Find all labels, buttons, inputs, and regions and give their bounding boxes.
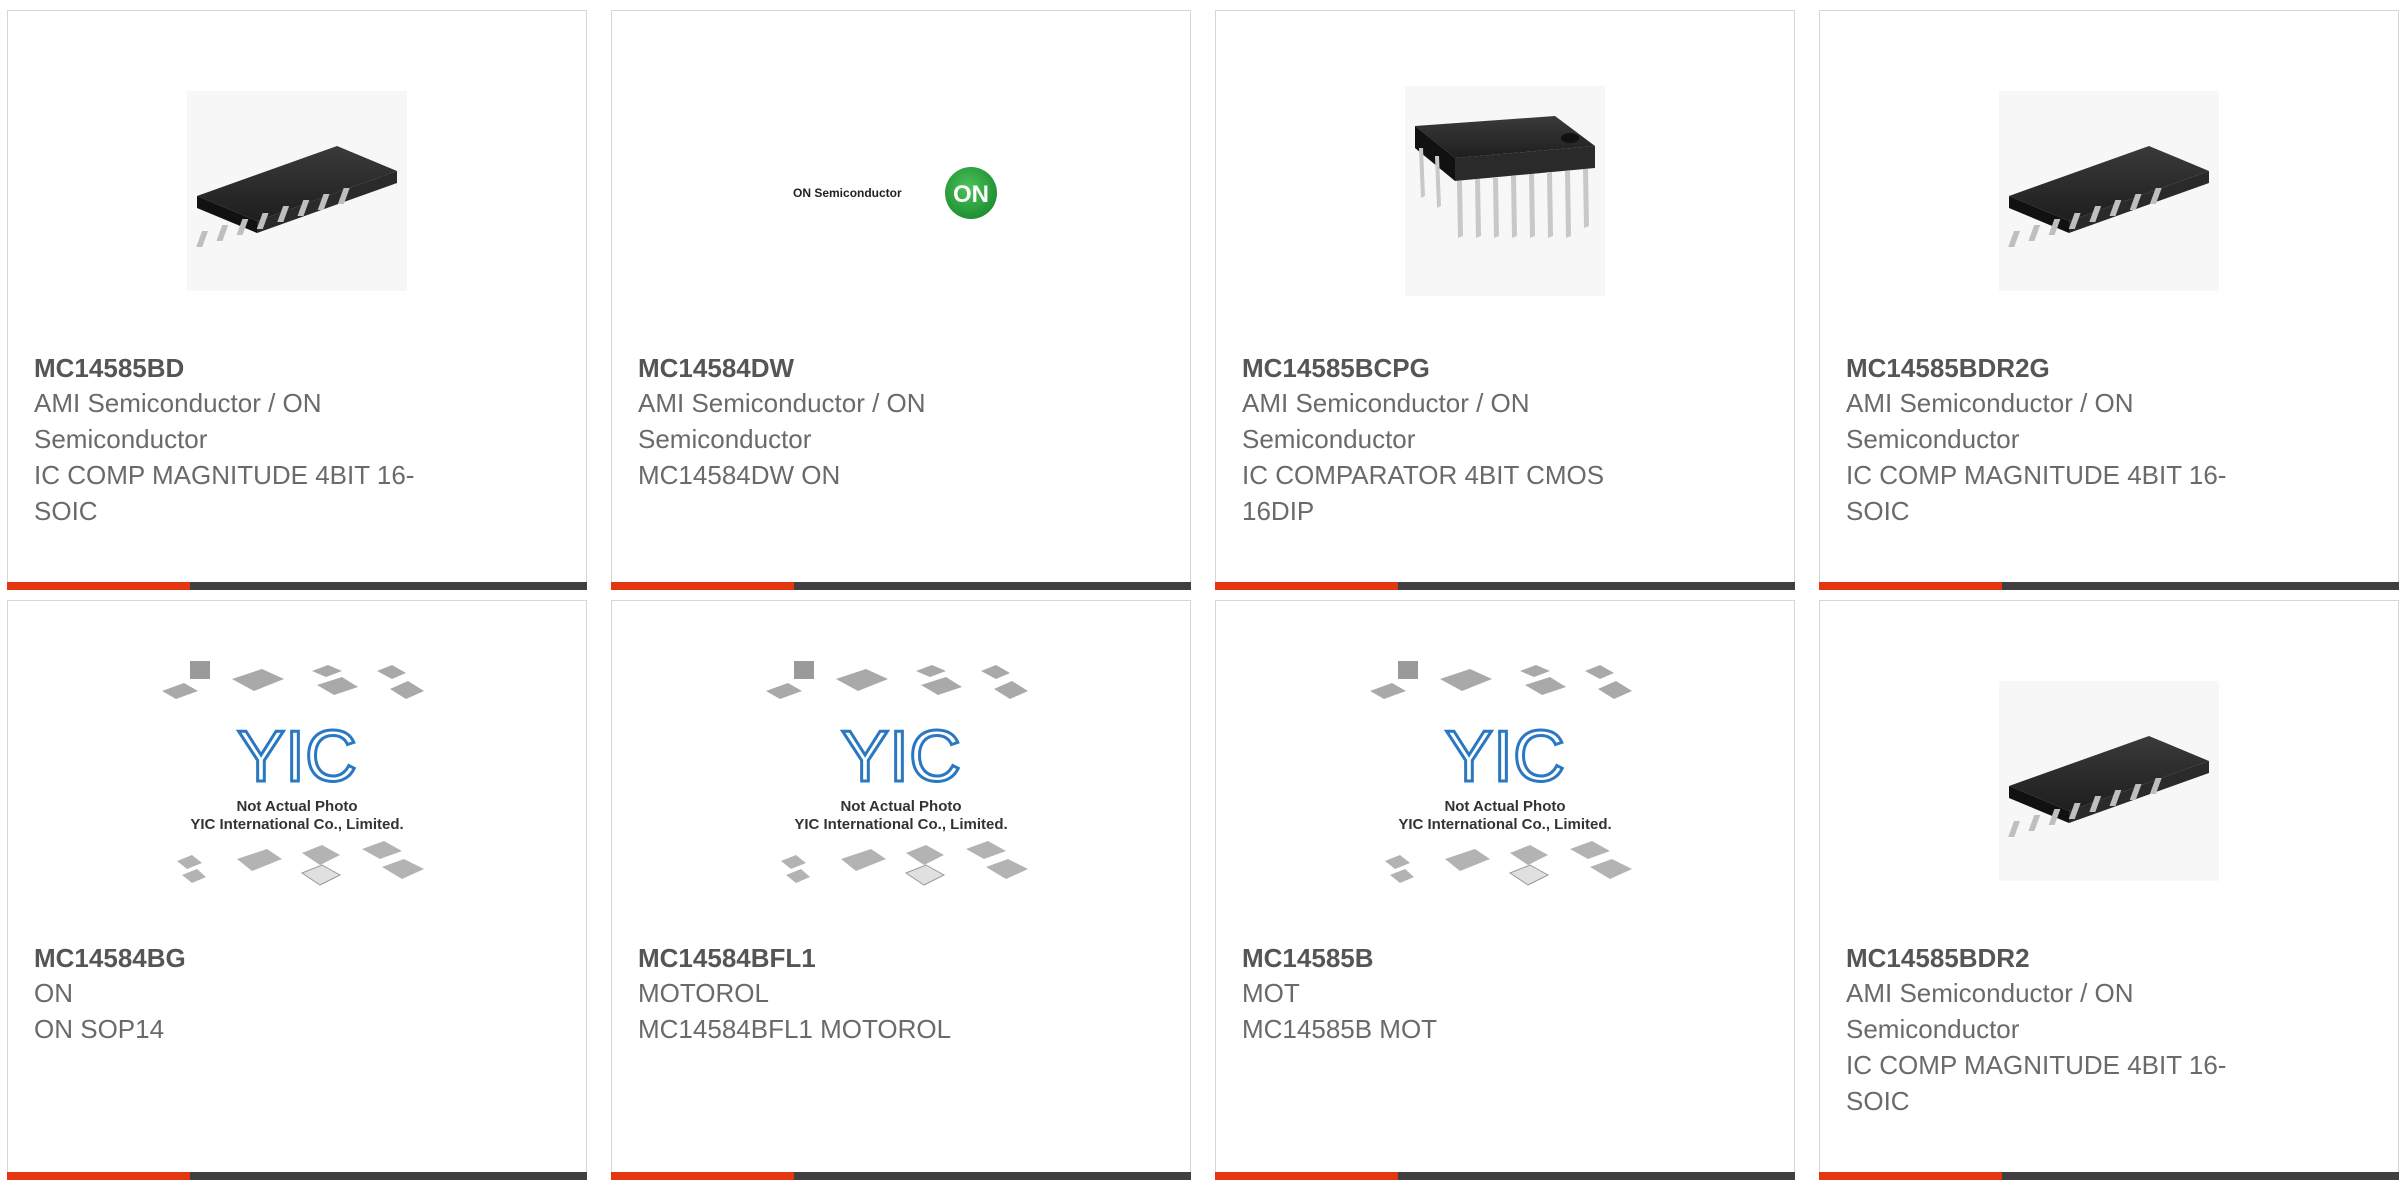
accent-bar [7, 582, 190, 590]
product-image[interactable] [1820, 71, 2398, 311]
logo-badge-text: ON [953, 181, 989, 208]
card-footer-bar [1215, 1172, 1795, 1180]
card-footer-bar [7, 1172, 587, 1180]
card-footer-bar [611, 582, 1191, 590]
manufacturer: ON [34, 978, 73, 1008]
product-card[interactable]: YIC Not Actual Photo YIC International C… [1215, 600, 1795, 1180]
product-card[interactable]: YIC Not Actual Photo YIC International C… [7, 600, 587, 1180]
product-card[interactable]: MC14585BDR2 AMI Semiconductor / ON Semic… [1819, 600, 2399, 1180]
part-number[interactable]: MC14584BFL1 [638, 941, 1078, 975]
yic-mark: YIC [1445, 717, 1565, 797]
soic-chip-image [187, 91, 407, 291]
manufacturer: AMI Semiconductor / ON Semiconductor [1846, 978, 2134, 1044]
product-image[interactable] [1820, 661, 2398, 901]
on-semiconductor-logo-image: ON Semiconductor ON [793, 167, 997, 219]
placeholder-line2: YIC International Co., Limited. [794, 816, 1007, 833]
product-card[interactable]: MC14585BDR2G AMI Semiconductor / ON Semi… [1819, 10, 2399, 590]
accent-bar [1819, 1172, 2002, 1180]
manufacturer: AMI Semiconductor / ON Semiconductor [34, 388, 322, 454]
yic-placeholder-image: YIC Not Actual Photo YIC International C… [766, 661, 1028, 886]
accent-bar [1215, 582, 1398, 590]
accent-bar [611, 582, 794, 590]
card-footer-bar [1215, 582, 1795, 590]
product-image[interactable]: YIC Not Actual Photo YIC International C… [1216, 661, 1794, 901]
product-image[interactable] [1216, 71, 1794, 311]
product-image[interactable] [8, 71, 586, 311]
part-number[interactable]: MC14585BCPG [1242, 351, 1682, 385]
part-number[interactable]: MC14585B [1242, 941, 1682, 975]
description: IC COMP MAGNITUDE 4BIT 16-SOIC [1846, 460, 2227, 526]
soic-chip-image [1999, 91, 2219, 291]
part-number[interactable]: MC14584BG [34, 941, 474, 975]
dip-chip-image [1405, 86, 1605, 296]
card-footer-bar [1819, 1172, 2399, 1180]
accent-bar [1819, 582, 2002, 590]
product-info: MC14584BG ON ON SOP14 [34, 941, 474, 1047]
yic-placeholder-image: YIC Not Actual Photo YIC International C… [1370, 661, 1632, 886]
product-card[interactable]: ON Semiconductor ON MC14584DW AMI Semico… [611, 10, 1191, 590]
card-footer-bar [611, 1172, 1191, 1180]
card-footer-bar [7, 582, 587, 590]
product-info: MC14584BFL1 MOTOROL MC14584BFL1 MOTOROL [638, 941, 1078, 1047]
description: MC14585B MOT [1242, 1014, 1438, 1044]
product-info: MC14585BDR2 AMI Semiconductor / ON Semic… [1846, 941, 2286, 1119]
placeholder-line2: YIC International Co., Limited. [190, 816, 403, 833]
description: MC14584BFL1 MOTOROL [638, 1014, 952, 1044]
placeholder-line1: Not Actual Photo [1444, 798, 1565, 815]
manufacturer: AMI Semiconductor / ON Semiconductor [1846, 388, 2134, 454]
soic-chip-image [1999, 681, 2219, 881]
description: ON SOP14 [34, 1014, 165, 1044]
card-footer-bar [1819, 582, 2399, 590]
placeholder-line1: Not Actual Photo [840, 798, 961, 815]
accent-bar [1215, 1172, 1398, 1180]
description: IC COMP MAGNITUDE 4BIT 16-SOIC [1846, 1050, 2227, 1116]
product-info: MC14585B MOT MC14585B MOT [1242, 941, 1682, 1047]
product-card[interactable]: MC14585BCPG AMI Semiconductor / ON Semic… [1215, 10, 1795, 590]
product-card[interactable]: YIC Not Actual Photo YIC International C… [611, 600, 1191, 1180]
product-grid: MC14585BD AMI Semiconductor / ON Semicon… [0, 0, 2400, 1180]
product-info: MC14585BCPG AMI Semiconductor / ON Semic… [1242, 351, 1682, 529]
part-number[interactable]: MC14585BD [34, 351, 474, 385]
product-info: MC14585BD AMI Semiconductor / ON Semicon… [34, 351, 474, 529]
product-image[interactable]: ON Semiconductor ON [612, 71, 1190, 311]
description: IC COMP MAGNITUDE 4BIT 16-SOIC [34, 460, 415, 526]
product-image[interactable]: YIC Not Actual Photo YIC International C… [612, 661, 1190, 901]
manufacturer: MOTOROL [638, 978, 769, 1008]
product-image[interactable]: YIC Not Actual Photo YIC International C… [8, 661, 586, 901]
part-number[interactable]: MC14584DW [638, 351, 1078, 385]
accent-bar [611, 1172, 794, 1180]
description: IC COMPARATOR 4BIT CMOS 16DIP [1242, 460, 1605, 526]
product-info: MC14585BDR2G AMI Semiconductor / ON Semi… [1846, 351, 2286, 529]
manufacturer: AMI Semiconductor / ON Semiconductor [638, 388, 926, 454]
yic-mark: YIC [237, 717, 357, 797]
placeholder-line2: YIC International Co., Limited. [1398, 816, 1611, 833]
yic-placeholder-image: YIC Not Actual Photo YIC International C… [162, 661, 424, 886]
description: MC14584DW ON [638, 460, 841, 490]
placeholder-line1: Not Actual Photo [236, 798, 357, 815]
manufacturer: MOT [1242, 978, 1300, 1008]
manufacturer: AMI Semiconductor / ON Semiconductor [1242, 388, 1530, 454]
yic-mark: YIC [841, 717, 961, 797]
logo-text: ON Semiconductor [793, 186, 902, 200]
product-card[interactable]: MC14585BD AMI Semiconductor / ON Semicon… [7, 10, 587, 590]
part-number[interactable]: MC14585BDR2G [1846, 351, 2286, 385]
accent-bar [7, 1172, 190, 1180]
part-number[interactable]: MC14585BDR2 [1846, 941, 2286, 975]
product-info: MC14584DW AMI Semiconductor / ON Semicon… [638, 351, 1078, 493]
